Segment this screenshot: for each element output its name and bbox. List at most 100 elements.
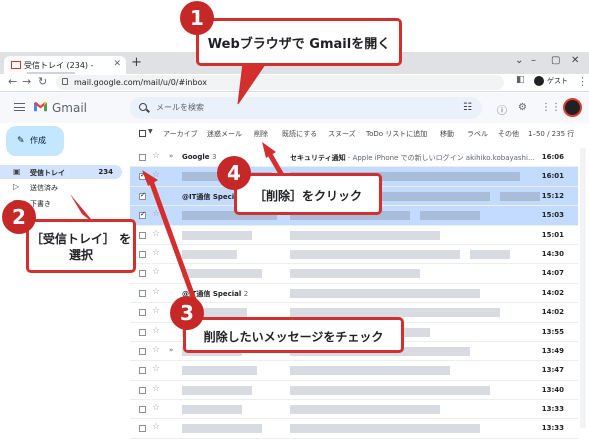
message-checkbox[interactable]: [139, 328, 146, 336]
tab-close-icon[interactable]: ✕: [113, 59, 121, 69]
label-button[interactable]: ラベル: [467, 129, 488, 139]
star-icon[interactable]: ☆: [152, 287, 160, 297]
redacted-content: [500, 191, 540, 201]
redacted-content: [290, 424, 480, 434]
star-icon[interactable]: ☆: [152, 170, 160, 180]
star-icon[interactable]: ☆: [152, 384, 160, 394]
message-row[interactable]: ☆ 14:07: [130, 264, 578, 284]
thread-count: 3: [211, 153, 217, 161]
redacted-content: [182, 249, 237, 259]
star-icon[interactable]: ☆: [152, 209, 160, 219]
message-row[interactable]: ☆ » Google 3 セキュリティ通知 - Apple iPhone での新しいロ…: [130, 148, 578, 168]
move-button[interactable]: 移動: [440, 129, 454, 139]
compose-button[interactable]: ✎ 作成: [6, 126, 64, 156]
star-icon[interactable]: ☆: [152, 326, 160, 336]
maximize-button[interactable]: ▢: [551, 55, 560, 66]
mark-read-button[interactable]: 既読にする: [282, 129, 317, 139]
search-input[interactable]: メールを検索 ☷: [130, 97, 482, 119]
badge-1: 1: [180, 1, 214, 35]
star-icon[interactable]: ☆: [152, 306, 160, 316]
message-checkbox[interactable]: [139, 270, 146, 278]
message-row[interactable]: ☆ 13:47: [130, 361, 578, 381]
redacted-content: [182, 269, 262, 279]
redacted-content: [420, 211, 480, 221]
callout-3: 削除したいメッセージをチェック: [183, 317, 404, 353]
star-icon[interactable]: ☆: [152, 190, 160, 200]
gmail-title: Gmail: [52, 101, 88, 115]
message-checkbox[interactable]: [139, 154, 146, 161]
message-time: 16:06: [541, 153, 564, 161]
tab-search-icon[interactable]: ⌄: [515, 55, 523, 66]
account-avatar[interactable]: [563, 98, 582, 117]
star-icon[interactable]: ☆: [152, 403, 160, 413]
message-row[interactable]: ☆ 13:40: [130, 380, 578, 401]
more-button[interactable]: その他: [498, 129, 519, 139]
star-icon[interactable]: ☆: [152, 267, 160, 277]
browser-tab[interactable]: 受信トレイ (234) - ✕: [4, 56, 126, 79]
star-icon[interactable]: ☆: [152, 229, 160, 239]
message-checkbox[interactable]: [139, 425, 146, 433]
delete-button[interactable]: 削除: [254, 129, 268, 139]
select-caret-icon[interactable]: ▼: [148, 128, 153, 135]
side-panel-icon[interactable]: ◧: [516, 75, 525, 85]
important-marker-icon[interactable]: »: [169, 152, 173, 160]
message-time: 14:30: [541, 249, 564, 258]
message-checkbox[interactable]: [139, 171, 146, 181]
back-icon[interactable]: ←: [8, 75, 17, 88]
apps-grid-icon[interactable]: ⋮⋮: [541, 102, 561, 113]
message-row[interactable]: ☆ 14:30: [130, 244, 578, 265]
message-subject: セキュリティ通知: [290, 154, 346, 162]
profile-button[interactable]: ゲスト: [534, 76, 568, 86]
sidebar-item-sent[interactable]: ▷ 送信済み: [0, 180, 122, 194]
message-checkbox[interactable]: [139, 386, 146, 394]
star-icon[interactable]: ☆: [152, 248, 160, 258]
search-icon[interactable]: [139, 103, 147, 111]
snooze-button[interactable]: スヌーズ: [328, 129, 356, 139]
select-all-checkbox[interactable]: [139, 130, 146, 137]
main-menu-icon[interactable]: [14, 103, 25, 111]
message-checkbox[interactable]: [139, 406, 146, 414]
spam-button[interactable]: 迷惑メール: [207, 129, 242, 139]
tab-title: 受信トレイ (234) -: [24, 61, 94, 70]
search-options-icon[interactable]: ☷: [463, 102, 472, 113]
scrollbar[interactable]: [580, 148, 586, 428]
settings-gear-icon[interactable]: ⚙: [518, 102, 527, 113]
message-time: 13:40: [541, 385, 564, 394]
redacted-content: [290, 308, 500, 318]
url-input[interactable]: mail.google.com/mail/u/0/#inbox: [56, 75, 504, 90]
important-marker-icon[interactable]: »: [169, 346, 173, 354]
star-icon[interactable]: ☆: [152, 364, 160, 374]
message-row[interactable]: ☆ 13:33: [130, 419, 578, 439]
inbox-count: 234: [98, 168, 113, 176]
profile-avatar-icon: [534, 76, 544, 86]
message-row[interactable]: ☆ 13:33: [130, 400, 578, 420]
sidebar-item-inbox[interactable]: ▣ 受信トレイ 234: [0, 165, 122, 179]
archive-button[interactable]: アーカイブ: [163, 129, 198, 139]
redacted-content: [470, 249, 510, 259]
forward-icon[interactable]: →: [22, 75, 31, 88]
message-checkbox[interactable]: [139, 210, 146, 220]
window-close-button[interactable]: ✕: [571, 55, 579, 66]
callout-2: ［受信トレイ］ を選択: [26, 219, 136, 273]
reload-icon[interactable]: ↻: [38, 75, 47, 88]
message-row[interactable]: ☆ 15:01: [130, 225, 578, 245]
message-checkbox[interactable]: [139, 309, 146, 317]
star-icon[interactable]: ☆: [152, 422, 160, 432]
message-checkbox[interactable]: [139, 289, 146, 297]
help-icon[interactable]: ⓘ: [497, 102, 507, 117]
message-time: 15:03: [541, 211, 564, 220]
add-todo-button[interactable]: ToDo リストに追加: [366, 129, 427, 139]
star-icon[interactable]: ☆: [152, 345, 160, 355]
callout-4-text: ［削除］をクリック: [253, 189, 362, 203]
star-icon[interactable]: ☆: [152, 151, 160, 161]
message-checkbox[interactable]: [139, 367, 146, 375]
message-checkbox[interactable]: [139, 347, 146, 355]
message-checkbox[interactable]: [139, 191, 146, 200]
compose-label: 作成: [30, 136, 46, 145]
browser-menu-icon[interactable]: ⋮: [577, 75, 588, 88]
minimize-button[interactable]: –: [531, 55, 536, 66]
callout-1: Webブラウザで Gmailを開く: [196, 18, 402, 66]
new-tab-button[interactable]: +: [131, 55, 142, 70]
message-checkbox[interactable]: [139, 250, 146, 258]
message-checkbox[interactable]: [139, 231, 146, 239]
